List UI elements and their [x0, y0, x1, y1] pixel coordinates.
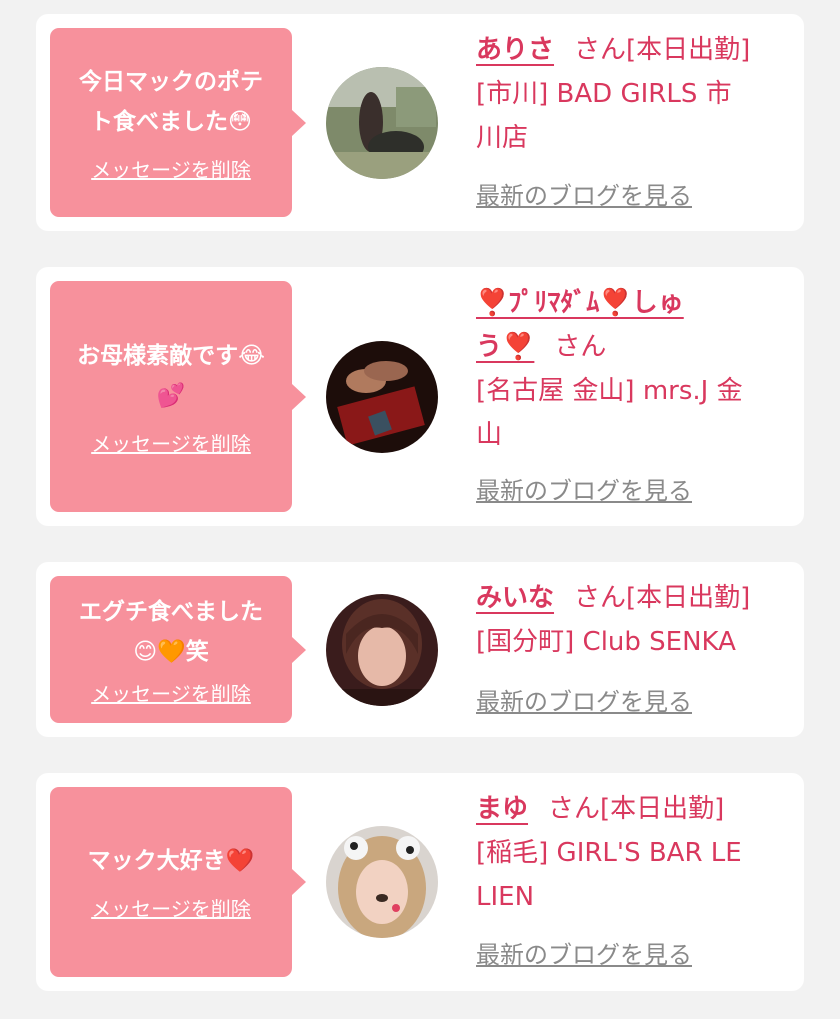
status-badge: [本日出勤]: [626, 583, 751, 613]
honorific: さん: [574, 583, 627, 613]
latest-blog-link[interactable]: 最新のブログを見る: [476, 939, 692, 971]
message-line: マック大好き❤️: [87, 848, 255, 874]
delete-message-link[interactable]: メッセージを削除: [91, 156, 251, 184]
cast-name-link[interactable]: ありさ: [476, 35, 554, 65]
message-text: エグチ食べました 😊🧡笑: [79, 592, 263, 672]
message-bubble: エグチ食べました 😊🧡笑 メッセージを削除: [50, 576, 306, 723]
avatar[interactable]: [326, 826, 438, 938]
status-badge: [本日出勤]: [600, 794, 725, 824]
message-line: 😊🧡笑: [133, 638, 209, 665]
message-card: お母様素敵です😂 💕 メッセージを削除 ❣️ﾌﾟﾘﾏﾀﾞﾑ❣️しゅ う❣️ さん …: [36, 267, 804, 526]
avatar[interactable]: [326, 594, 438, 706]
latest-blog-link[interactable]: 最新のブログを見る: [476, 180, 692, 212]
delete-message-link[interactable]: メッセージを削除: [91, 895, 251, 923]
shop-name: LIEN: [476, 882, 535, 912]
shop-name: 山: [476, 420, 503, 450]
cast-name-link[interactable]: みいな: [476, 583, 554, 613]
shop-name: 川店: [476, 123, 529, 153]
message-text: 今日マックのポテ ト食べました😳: [79, 62, 263, 142]
message-card: エグチ食べました 😊🧡笑 メッセージを削除 みいな さん[本日出勤] [国分町] …: [36, 562, 804, 737]
message-bubble: マック大好き❤️ メッセージを削除: [50, 787, 306, 977]
honorific: さん: [548, 794, 601, 824]
cast-name-link[interactable]: ❣️ﾌﾟﾘﾏﾀﾞﾑ❣️しゅ: [476, 288, 684, 318]
message-line: 💕: [156, 382, 186, 409]
cast-info: ありさ さん[本日出勤] [市川] BAD GIRLS 市 川店: [476, 28, 788, 160]
honorific: さん: [554, 332, 607, 362]
cast-info: みいな さん[本日出勤] [国分町] Club SENKA: [476, 576, 788, 664]
message-line: お母様素敵です😂: [77, 342, 265, 369]
latest-blog-link[interactable]: 最新のブログを見る: [476, 686, 692, 718]
message-bubble: 今日マックのポテ ト食べました😳 メッセージを削除: [50, 28, 306, 217]
message-line: 今日マックのポテ: [79, 68, 263, 95]
message-text: お母様素敵です😂 💕: [77, 336, 265, 416]
delete-message-link[interactable]: メッセージを削除: [91, 430, 251, 458]
message-text: マック大好き❤️: [88, 841, 255, 881]
avatar[interactable]: [326, 341, 438, 453]
shop-name: [国分町] Club SENKA: [476, 627, 736, 657]
latest-blog-link[interactable]: 最新のブログを見る: [476, 475, 692, 507]
shop-name: [市川] BAD GIRLS 市: [476, 79, 732, 109]
message-bubble: お母様素敵です😂 💕 メッセージを削除: [50, 281, 306, 512]
cast-info: まゆ さん[本日出勤] [稲毛] GIRL'S BAR LE LIEN: [476, 787, 788, 919]
delete-message-link[interactable]: メッセージを削除: [91, 680, 251, 708]
avatar[interactable]: [326, 67, 438, 179]
honorific: さん: [574, 35, 627, 65]
message-line: ト食べました😳: [90, 108, 252, 135]
message-line: エグチ食べました: [79, 598, 263, 625]
shop-name: [名古屋 金山] mrs.J 金: [476, 376, 743, 406]
cast-name-link[interactable]: う❣️: [476, 332, 534, 362]
message-card: 今日マックのポテ ト食べました😳 メッセージを削除 ありさ さん[本日出勤] [市…: [36, 14, 804, 231]
cast-info: ❣️ﾌﾟﾘﾏﾀﾞﾑ❣️しゅ う❣️ さん [名古屋 金山] mrs.J 金 山: [476, 281, 788, 457]
status-badge: [本日出勤]: [626, 35, 751, 65]
message-card: マック大好き❤️ メッセージを削除 まゆ さん[本日出勤] [稲毛] GIRL'S…: [36, 773, 804, 991]
cast-name-link[interactable]: まゆ: [476, 794, 528, 824]
shop-name: [稲毛] GIRL'S BAR LE: [476, 838, 742, 868]
